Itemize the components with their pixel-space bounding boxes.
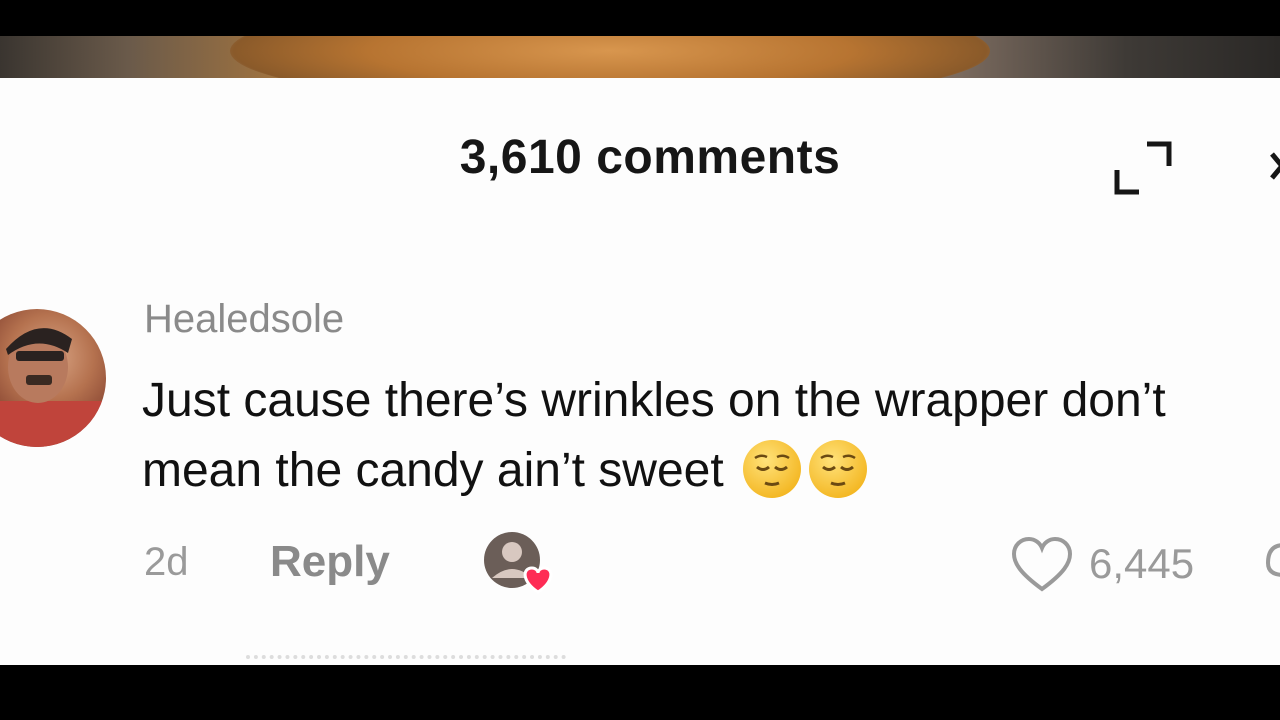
heart-outline-icon[interactable] xyxy=(1010,535,1074,595)
comment-username[interactable]: Healedsole xyxy=(144,297,344,342)
comment-body: Just cause there’s wrinkles on the wrapp… xyxy=(142,366,1280,506)
creator-liked-badge xyxy=(482,530,558,596)
like-count: 6,445 xyxy=(1089,540,1195,587)
close-icon[interactable] xyxy=(1262,140,1280,196)
video-thumbnail-image xyxy=(230,36,990,78)
dislike-icon[interactable] xyxy=(1262,535,1280,595)
video-preview[interactable] xyxy=(0,36,1280,78)
comment-timestamp: 2d xyxy=(144,540,189,584)
heart-icon xyxy=(523,566,553,594)
comment-text: Just cause there’s wrinkles on the wrapp… xyxy=(142,374,1166,497)
expand-icon[interactable] xyxy=(1114,140,1172,196)
relieved-face-emoji-icon xyxy=(807,438,869,500)
letterbox-top xyxy=(0,0,1280,36)
relieved-face-emoji-icon xyxy=(741,438,803,500)
comments-count-title: 3,610 comments xyxy=(459,131,841,184)
reply-button[interactable]: Reply xyxy=(270,537,390,587)
letterbox-bottom xyxy=(0,665,1280,720)
